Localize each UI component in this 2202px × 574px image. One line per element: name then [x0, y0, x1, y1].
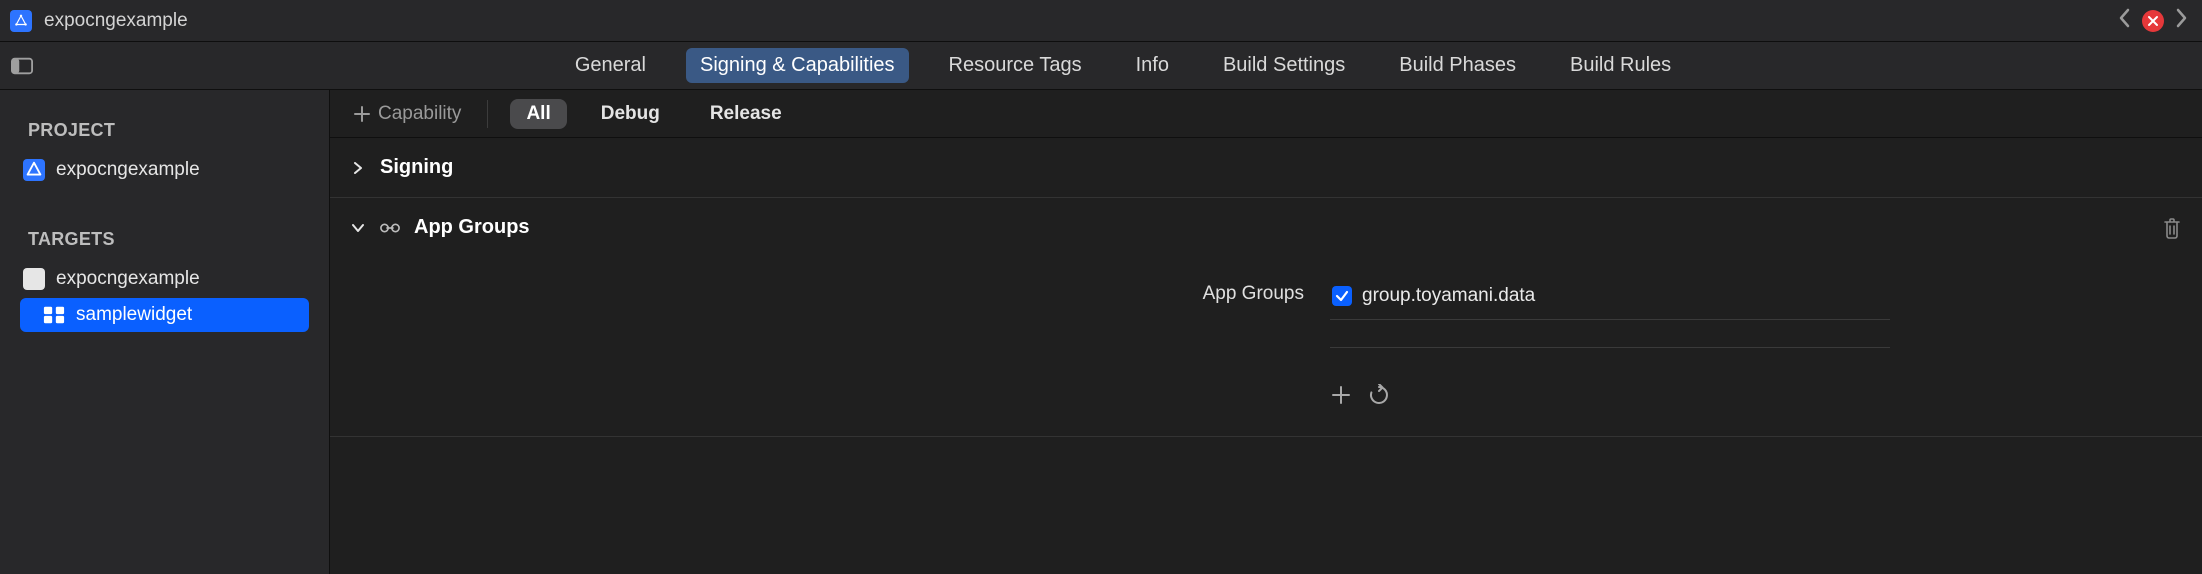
separator — [487, 100, 488, 128]
app-group-value: group.toyamani.data — [1362, 285, 1535, 307]
add-group-button[interactable] — [1330, 384, 1352, 406]
section-title: App Groups — [414, 216, 530, 239]
app-groups-body: App Groups group.toyamani.data — [330, 251, 2202, 437]
scheme-release[interactable]: Release — [694, 99, 798, 129]
tab-signing-capabilities[interactable]: Signing & Capabilities — [686, 48, 909, 83]
sidebar-project-label: expocngexample — [56, 159, 200, 181]
editor-tabs-row: General Signing & Capabilities Resource … — [0, 42, 2202, 90]
error-badge-icon[interactable] — [2142, 10, 2164, 32]
titlebar: expocngexample — [0, 0, 2202, 42]
scheme-all[interactable]: All — [510, 99, 566, 129]
section-signing[interactable]: Signing — [330, 138, 2202, 198]
tab-build-settings[interactable]: Build Settings — [1209, 48, 1359, 83]
project-title: expocngexample — [44, 10, 188, 32]
sidebar: PROJECT expocngexample TARGETS expocngex… — [0, 90, 330, 574]
app-group-row[interactable]: group.toyamani.data — [1330, 281, 1890, 320]
app-groups-field-label: App Groups — [1203, 281, 1304, 406]
nav-back-icon[interactable] — [2114, 8, 2136, 34]
app-groups-tools — [1330, 348, 1890, 406]
chevron-down-icon — [350, 220, 366, 236]
scheme-debug[interactable]: Debug — [585, 99, 676, 129]
tab-general[interactable]: General — [561, 48, 660, 83]
empty-row — [1330, 320, 1890, 348]
add-capability-button[interactable]: Capability — [350, 99, 465, 129]
filter-bar: Capability All Debug Release — [330, 90, 2202, 138]
tab-build-phases[interactable]: Build Phases — [1385, 48, 1530, 83]
sidebar-project-header: PROJECT — [0, 120, 329, 151]
sidebar-toggle-icon[interactable] — [0, 42, 44, 89]
sidebar-target-item[interactable]: expocngexample — [0, 262, 329, 296]
nav-forward-icon[interactable] — [2170, 8, 2192, 34]
sidebar-target-label: samplewidget — [76, 304, 192, 326]
sidebar-targets-header: TARGETS — [0, 229, 329, 260]
tab-info[interactable]: Info — [1122, 48, 1183, 83]
tab-resource-tags[interactable]: Resource Tags — [935, 48, 1096, 83]
widget-icon — [42, 304, 66, 326]
checkbox-checked-icon[interactable] — [1332, 286, 1352, 306]
chevron-right-icon — [350, 160, 366, 176]
add-capability-label: Capability — [378, 103, 461, 125]
refresh-button[interactable] — [1368, 384, 1390, 406]
sidebar-target-item[interactable]: samplewidget — [20, 298, 309, 332]
section-title: Signing — [380, 156, 453, 179]
sidebar-project-item[interactable]: expocngexample — [0, 153, 329, 187]
sidebar-target-label: expocngexample — [56, 268, 200, 290]
content: Capability All Debug Release Signing App… — [330, 90, 2202, 574]
link-icon — [380, 220, 400, 236]
project-icon — [23, 159, 45, 181]
project-icon — [10, 10, 32, 32]
main: PROJECT expocngexample TARGETS expocngex… — [0, 90, 2202, 574]
tab-build-rules[interactable]: Build Rules — [1556, 48, 1685, 83]
section-app-groups[interactable]: App Groups — [330, 198, 2202, 251]
delete-capability-button[interactable] — [2162, 217, 2182, 239]
app-icon — [23, 268, 45, 290]
editor-tabs: General Signing & Capabilities Resource … — [44, 42, 2202, 89]
